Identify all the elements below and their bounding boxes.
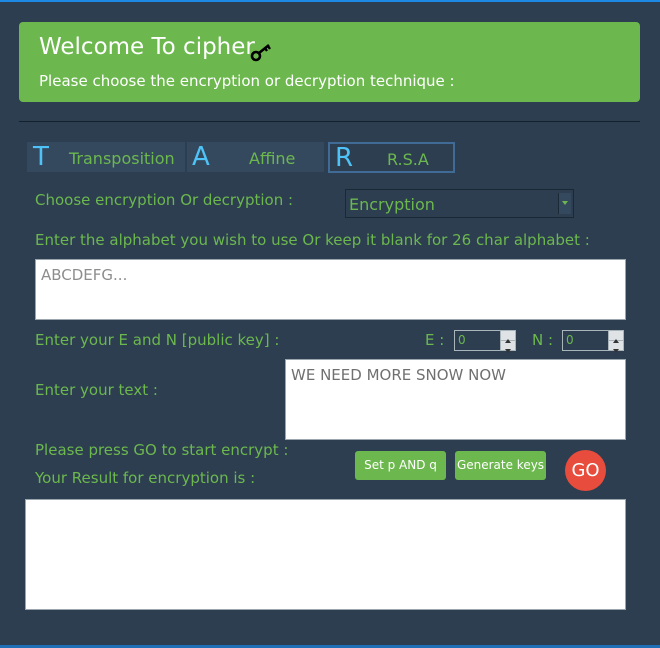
text-input-value: WE NEED MORE SNOW NOW bbox=[291, 366, 506, 384]
dropdown-arrow-icon[interactable] bbox=[558, 193, 571, 214]
spin-up-icon[interactable] bbox=[609, 331, 623, 343]
window-top-border bbox=[0, 0, 660, 2]
tab-label-affine: Affine bbox=[249, 149, 296, 168]
n-spinbox[interactable]: 0 bbox=[562, 330, 624, 353]
n-spin-buttons[interactable] bbox=[608, 331, 623, 353]
set-p-and-q-button[interactable]: Set p AND q bbox=[355, 451, 446, 480]
text-label: Enter your text : bbox=[35, 381, 158, 399]
e-spinbox[interactable]: 0 bbox=[454, 330, 516, 353]
text-input[interactable]: WE NEED MORE SNOW NOW bbox=[285, 359, 626, 440]
result-label: Your Result for encryption is : bbox=[35, 469, 256, 487]
tab-letter-t: T bbox=[33, 142, 49, 172]
e-label: E : bbox=[425, 331, 445, 349]
tab-letter-a: A bbox=[192, 142, 210, 172]
public-key-label: Enter your E and N [public key] : bbox=[35, 331, 280, 349]
alphabet-input[interactable]: ABCDEFG... bbox=[35, 259, 626, 320]
e-spin-buttons[interactable] bbox=[500, 331, 515, 353]
tab-letter-r: R bbox=[335, 143, 354, 173]
alphabet-label: Enter the alphabet you wish to use Or ke… bbox=[35, 231, 590, 249]
mode-label: Choose encryption Or decryption : bbox=[35, 191, 294, 209]
tab-label-rsa: R.S.A bbox=[387, 150, 429, 169]
app-title: Welcome To cipher bbox=[39, 34, 255, 60]
header-divider bbox=[19, 121, 640, 122]
tab-rsa[interactable]: R R.S.A bbox=[328, 142, 455, 173]
spin-down-icon[interactable] bbox=[609, 341, 623, 353]
app-subtitle: Please choose the encryption or decrypti… bbox=[39, 72, 455, 90]
key-icon bbox=[250, 41, 272, 63]
n-label: N : bbox=[532, 331, 554, 349]
spin-up-icon[interactable] bbox=[501, 331, 515, 343]
mode-select-value: Encryption bbox=[349, 195, 435, 214]
tab-transposition[interactable]: T Transposition bbox=[27, 142, 185, 172]
spin-down-icon[interactable] bbox=[501, 341, 515, 353]
go-button[interactable]: GO bbox=[565, 450, 606, 491]
tab-label-transposition: Transposition bbox=[69, 149, 175, 168]
alphabet-placeholder: ABCDEFG... bbox=[41, 266, 128, 284]
e-value: 0 bbox=[458, 333, 466, 347]
tab-affine[interactable]: A Affine bbox=[187, 142, 324, 172]
result-output[interactable] bbox=[25, 499, 626, 610]
generate-keys-button[interactable]: Generate keys bbox=[455, 451, 546, 480]
n-value: 0 bbox=[566, 333, 574, 347]
go-hint-label: Please press GO to start encrypt : bbox=[35, 441, 289, 459]
mode-select[interactable]: Encryption bbox=[345, 189, 574, 218]
header-banner: Welcome To cipher Please choose the encr… bbox=[19, 22, 640, 102]
